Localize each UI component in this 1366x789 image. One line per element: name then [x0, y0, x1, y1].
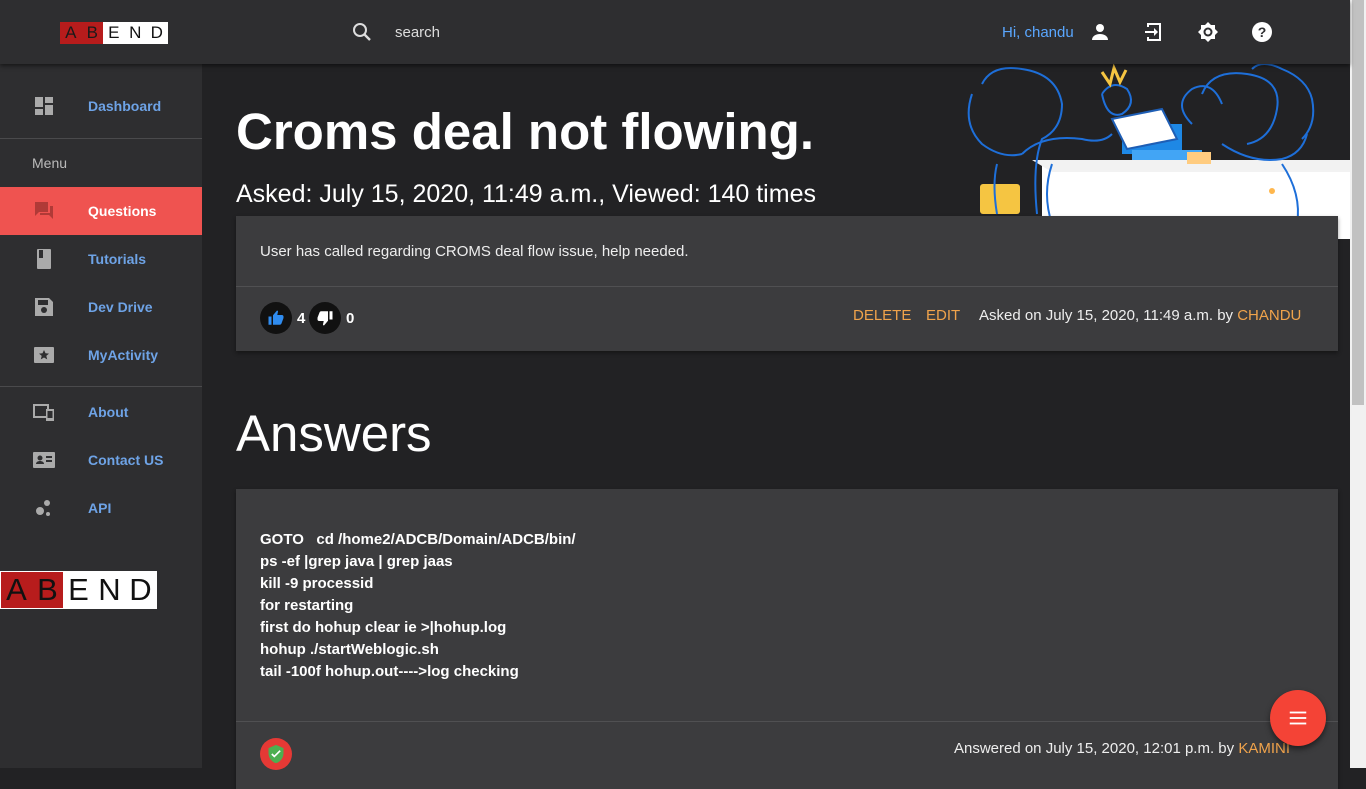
- answered-on-text: Answered on July 15, 2020, 12:01 p.m. by: [953, 740, 1239, 757]
- account-icon[interactable]: [1088, 20, 1112, 44]
- sidebar-item-label: Dev Drive: [88, 299, 153, 315]
- question-body: User has called regarding CROMS deal flo…: [260, 243, 689, 260]
- downvote-button[interactable]: [309, 302, 341, 334]
- search-icon[interactable]: [350, 20, 374, 44]
- delete-button[interactable]: DELETE: [853, 307, 911, 324]
- answered-info: Answered on July 15, 2020, 12:01 p.m. by…: [954, 740, 1290, 757]
- main-content: Croms deal not flowing. Asked: July 15, …: [202, 64, 1350, 789]
- logo-letter: E: [103, 22, 125, 44]
- sidebar-item-label: Contact US: [88, 452, 164, 468]
- divider: [236, 721, 1338, 722]
- save-icon: [35, 298, 53, 316]
- sidebar-item-about[interactable]: About: [0, 388, 202, 436]
- logout-icon[interactable]: [1142, 20, 1166, 44]
- asked-info: Asked on July 15, 2020, 11:49 a.m. by CH…: [979, 307, 1301, 324]
- logo-letter: B: [81, 22, 103, 44]
- brightness-icon[interactable]: [1196, 20, 1220, 44]
- scrollbar-thumb[interactable]: [1352, 0, 1364, 405]
- logo-letter: A: [1, 572, 32, 608]
- logo-letter: E: [63, 572, 94, 608]
- sidebar-item-api[interactable]: API: [0, 484, 202, 532]
- abend-sidebar-logo: A B E N D: [0, 571, 157, 609]
- user-greeting[interactable]: Hi, chandu: [1002, 24, 1074, 41]
- abend-logo[interactable]: A B E N D: [60, 22, 168, 44]
- answer-body: GOTO cd /home2/ADCB/Domain/ADCB/bin/ ps …: [260, 529, 576, 683]
- forum-icon: [35, 202, 53, 219]
- thumb-down-icon: [317, 311, 333, 326]
- logo-letter: N: [124, 22, 146, 44]
- sidebar-item-tutorials[interactable]: Tutorials: [0, 235, 202, 283]
- star-box-icon: [34, 347, 54, 363]
- sidebar-item-myactivity[interactable]: MyActivity: [0, 331, 202, 379]
- sidebar-item-label: About: [88, 404, 129, 420]
- answer-line: first do hohup clear ie >|hohup.log: [260, 619, 507, 636]
- logo-letter: D: [125, 572, 156, 608]
- sidebar-item-label: MyActivity: [88, 347, 159, 363]
- help-icon[interactable]: ?: [1250, 20, 1274, 44]
- answer-line: kill -9 processid: [260, 575, 374, 592]
- edit-button[interactable]: EDIT: [926, 307, 960, 324]
- verified-shield-icon: [268, 744, 284, 764]
- question-title: Croms deal not flowing.: [236, 103, 815, 160]
- asked-on-text: Asked on July 15, 2020, 11:49 a.m. by: [979, 307, 1238, 324]
- book-icon: [37, 249, 51, 269]
- answer-line: for restarting: [260, 597, 354, 614]
- sidebar-item-label: Dashboard: [88, 98, 162, 114]
- search-input[interactable]: search: [395, 24, 440, 41]
- thumb-up-icon: [268, 310, 284, 325]
- upvote-button[interactable]: [260, 302, 292, 334]
- question-card: User has called regarding CROMS deal flo…: [236, 216, 1338, 351]
- answer-line: ps -ef |grep java | grep jaas: [260, 553, 453, 570]
- divider: [0, 386, 202, 387]
- logo-letter: B: [32, 572, 63, 608]
- author-link[interactable]: KAMINI: [1238, 740, 1290, 757]
- sidebar-item-contact-us[interactable]: Contact US: [0, 436, 202, 484]
- author-link[interactable]: CHANDU: [1237, 307, 1301, 324]
- logo-letter: D: [146, 22, 168, 44]
- answer-card: GOTO cd /home2/ADCB/Domain/ADCB/bin/ ps …: [236, 489, 1338, 789]
- contact-card-icon: [33, 452, 55, 468]
- sidebar-item-label: Questions: [88, 203, 157, 219]
- answers-heading: Answers: [236, 405, 432, 462]
- upvote-count: 4: [297, 310, 306, 327]
- dashboard-icon: [35, 97, 53, 115]
- sidebar-item-label: API: [88, 500, 112, 516]
- sidebar-item-dev-drive[interactable]: Dev Drive: [0, 283, 202, 331]
- logo-letter: A: [60, 22, 82, 44]
- devices-icon: [33, 404, 54, 421]
- divider: [236, 286, 1338, 287]
- question-meta: Asked: July 15, 2020, 11:49 a.m., Viewed…: [236, 180, 816, 208]
- divider: [0, 138, 202, 139]
- menu-section-label: Menu: [32, 155, 68, 171]
- answer-line: GOTO cd /home2/ADCB/Domain/ADCB/bin/: [260, 531, 576, 548]
- top-app-bar: A B E N D search Hi, chandu ?: [0, 0, 1350, 64]
- svg-text:?: ?: [1258, 24, 1267, 40]
- menu-fab-button[interactable]: [1270, 690, 1326, 746]
- sidebar-item-questions[interactable]: Questions: [0, 187, 202, 235]
- sidebar-item-dashboard[interactable]: Dashboard: [0, 82, 202, 130]
- accepted-answer-badge[interactable]: [260, 738, 292, 770]
- sidebar: Dashboard Menu Questions Tutorials Dev D…: [0, 64, 202, 768]
- answer-line: hohup ./startWeblogic.sh: [260, 641, 439, 658]
- downvote-count: 0: [346, 310, 355, 327]
- answer-line: tail -100f hohup.out---->log checking: [260, 663, 519, 680]
- people-at-desk-illustration: [967, 64, 1350, 239]
- bubble-chart-icon: [36, 500, 50, 516]
- logo-letter: N: [94, 572, 125, 608]
- vertical-scrollbar[interactable]: [1350, 0, 1366, 768]
- sidebar-item-label: Tutorials: [88, 251, 147, 267]
- menu-icon: [1289, 711, 1307, 725]
